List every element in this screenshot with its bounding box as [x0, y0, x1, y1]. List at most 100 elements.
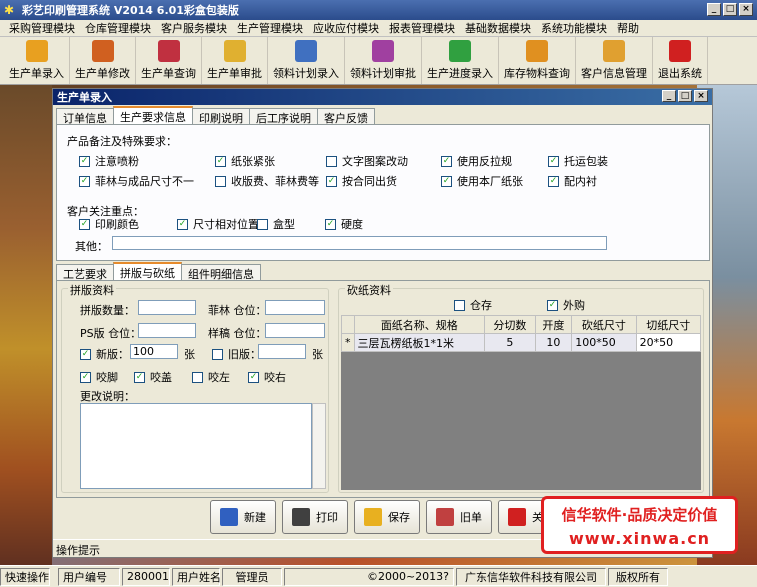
tab-top_tabs-4[interactable]: 客户反馈 — [317, 108, 375, 125]
old-order-icon — [436, 508, 454, 526]
menu-item-6[interactable]: 基础数据模块 — [460, 20, 536, 36]
toolbar-button-8[interactable]: 客户信息管理 — [576, 37, 653, 84]
toolbar-button-5[interactable]: 领料计划审批 — [345, 37, 422, 84]
checkbox-box: ✓ — [215, 155, 226, 167]
tab-sub_tabs-2[interactable]: 组件明细信息 — [181, 264, 261, 281]
focus-checkbox-0[interactable]: ✓ 印刷颜色 — [79, 216, 139, 232]
table-row[interactable]: * 三层瓦楞纸板1*1米 5 10 100*50 20*50 — [341, 333, 702, 352]
cut-cell-cut_size[interactable]: 100*50 — [571, 333, 637, 352]
checkbox-label: 盒型 — [273, 218, 295, 231]
tab-top_tabs-0[interactable]: 订单信息 — [56, 108, 114, 125]
app-logo-icon: ✱ — [4, 3, 15, 17]
menu-item-4[interactable]: 应收应付模块 — [308, 20, 384, 36]
fruit-icon — [157, 40, 180, 62]
checkbox-label: 菲林与成品尺寸不一 — [95, 175, 194, 188]
requirement-checkbox-1[interactable]: ✓ 纸张紧张 — [215, 153, 275, 169]
old-plate-checkbox[interactable]: 旧版： — [212, 346, 261, 362]
focus-checkbox-1[interactable]: ✓ 尺寸相对位置 — [177, 216, 259, 232]
checkbox-label: 咬左 — [208, 371, 230, 384]
toolbar-button-7[interactable]: 库存物料查询 — [499, 37, 576, 84]
menu-item-2[interactable]: 客户服务模块 — [156, 20, 232, 36]
close-window-button[interactable]: × — [739, 3, 753, 16]
menu-item-5[interactable]: 报表管理模块 — [384, 20, 460, 36]
change-note-textarea[interactable] — [80, 403, 312, 489]
new-plate-checkbox[interactable]: ✓ 新版： — [80, 346, 129, 362]
checkbox-box: ✓ — [79, 175, 90, 187]
menu-item-1[interactable]: 仓库管理模块 — [80, 20, 156, 36]
tab-top_tabs-3[interactable]: 后工序说明 — [249, 108, 318, 125]
toolbar-button-6[interactable]: 生产进度录入 — [422, 37, 499, 84]
button-old-order[interactable]: 旧单 — [426, 500, 492, 534]
requirement-checkbox-0[interactable]: ✓ 注意喷粉 — [79, 153, 139, 169]
bite-checkbox-3[interactable]: ✓ 咬右 — [248, 369, 286, 385]
checkbox-box: ✓ — [441, 155, 452, 167]
menubar: 采购管理模块 仓库管理模块 客户服务模块 生产管理模块 应收应付模块 报表管理模块 基础数据… — [0, 20, 757, 37]
requirement-checkbox-9[interactable]: ✓ 配内衬 — [548, 173, 597, 189]
child-minimize-button[interactable]: _ — [662, 90, 676, 102]
focus-checkbox-2[interactable]: 盒型 — [257, 216, 295, 232]
new-plate-input[interactable]: 100 — [130, 344, 178, 359]
film-location-input[interactable] — [265, 300, 325, 315]
cut-cell-marker[interactable]: * — [341, 333, 355, 352]
tab-top_tabs-1[interactable]: 生产要求信息 — [113, 106, 193, 124]
child-close-button[interactable]: × — [694, 90, 708, 102]
purchase-checkbox[interactable]: ✓ 外购 — [547, 297, 585, 313]
cut-cell-split[interactable]: 5 — [484, 333, 536, 352]
requirement-checkbox-7[interactable]: ✓ 按合同出货 — [326, 173, 397, 189]
menu-item-3[interactable]: 生产管理模块 — [232, 20, 308, 36]
toolbar-button-3[interactable]: 生产单审批 — [202, 37, 268, 84]
note-scrollbar[interactable] — [312, 403, 326, 489]
stock-checkbox[interactable]: 仓存 — [454, 297, 492, 313]
new-doc-icon — [220, 508, 238, 526]
bite-checkbox-0[interactable]: ✓ 咬脚 — [80, 369, 118, 385]
checkbox-box: ✓ — [326, 175, 337, 187]
button-new-doc[interactable]: 新建 — [210, 500, 276, 534]
cut-header-1[interactable]: 分切数 — [484, 315, 536, 334]
requirement-checkbox-3[interactable]: ✓ 使用反拉规 — [441, 153, 512, 169]
sample-location-input[interactable] — [265, 323, 325, 338]
cut-header-2[interactable]: 开度 — [534, 315, 573, 334]
focus-checkbox-3[interactable]: ✓ 硬度 — [325, 216, 363, 232]
old-plate-input[interactable] — [258, 344, 306, 359]
cut-header-3[interactable]: 砍纸尺寸 — [571, 315, 637, 334]
checkbox-box — [257, 218, 268, 230]
other-input[interactable] — [112, 236, 607, 250]
toolbar-button-4[interactable]: 领料计划录入 — [268, 37, 345, 84]
maximize-button[interactable]: □ — [723, 3, 737, 16]
requirements-heading: 产品备注及特殊要求： — [67, 135, 177, 148]
hint-label: 操作提示 — [56, 544, 100, 557]
ps-location-input[interactable] — [138, 323, 196, 338]
child-maximize-button[interactable]: □ — [678, 90, 692, 102]
cut-cell-name[interactable]: 三层瓦楞纸板1*1米 — [353, 333, 486, 352]
bite-checkbox-1[interactable]: ✓ 咬盖 — [134, 369, 172, 385]
button-save[interactable]: 保存 — [354, 500, 420, 534]
tab-sub_tabs-1[interactable]: 拼版与砍纸 — [113, 262, 182, 280]
cut-cell-trim_size[interactable]: 20*50 — [635, 333, 702, 352]
toolbar-button-1[interactable]: 生产单修改 — [70, 37, 136, 84]
requirement-checkbox-5[interactable]: ✓ 菲林与成品尺寸不一 — [79, 173, 194, 189]
requirement-checkbox-8[interactable]: ✓ 使用本厂纸张 — [441, 173, 523, 189]
cut-header-4[interactable]: 切纸尺寸 — [635, 315, 702, 334]
toolbar-button-0[interactable]: 生产单录入 — [4, 37, 70, 84]
checkbox-box — [192, 371, 203, 383]
menu-item-8[interactable]: 帮助 — [612, 20, 644, 36]
tab-top_tabs-2[interactable]: 印刷说明 — [192, 108, 250, 125]
bite-checkbox-2[interactable]: 咬左 — [192, 369, 230, 385]
requirement-checkbox-2[interactable]: 文字图案改动 — [326, 153, 408, 169]
requirement-checkbox-4[interactable]: ✓ 托运包装 — [548, 153, 608, 169]
checkbox-label: 使用反拉规 — [457, 155, 512, 168]
checkbox-label: 配内衬 — [564, 175, 597, 188]
checkbox-box: ✓ — [441, 175, 452, 187]
button-printer[interactable]: 打印 — [282, 500, 348, 534]
menu-item-7[interactable]: 系统功能模块 — [536, 20, 612, 36]
cut-header-0[interactable]: 面纸名称、规格 — [353, 315, 486, 334]
cut-cell-open[interactable]: 10 — [534, 333, 573, 352]
checkbox-label: 纸张紧张 — [231, 155, 275, 168]
impose-count-input[interactable] — [138, 300, 196, 315]
menu-item-0[interactable]: 采购管理模块 — [4, 20, 80, 36]
requirement-checkbox-6[interactable]: 收版费、菲林费等 — [215, 173, 319, 189]
toolbar-button-9[interactable]: 退出系统 — [653, 37, 708, 84]
toolbar-button-2[interactable]: 生产单查询 — [136, 37, 202, 84]
tab-sub_tabs-0[interactable]: 工艺要求 — [56, 264, 114, 281]
minimize-button[interactable]: _ — [707, 3, 721, 16]
